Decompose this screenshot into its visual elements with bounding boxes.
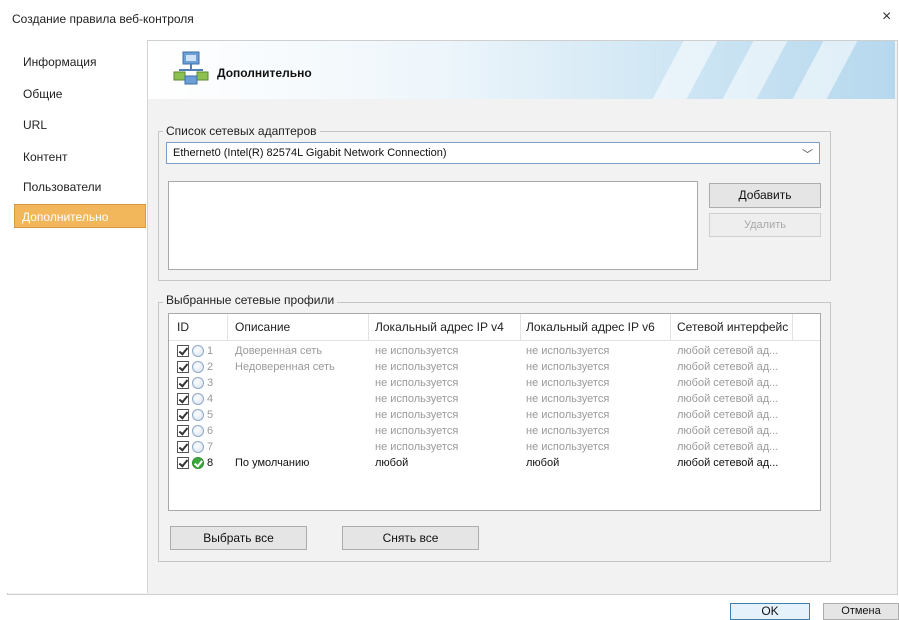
row-ipv6: не используется [526,409,610,421]
adapter-select-value: Ethernet0 (Intel(R) 82574L Gigabit Netwo… [173,147,447,159]
row-interface: любой сетевой ад... [677,409,779,421]
row-ipv6: не используется [526,361,610,373]
adapters-list[interactable] [168,181,698,270]
profile-status-icon [192,441,204,453]
cancel-button[interactable]: Отмена [823,603,899,620]
sidebar-item-general[interactable]: Общие [23,87,62,101]
row-interface: любой сетевой ад... [677,393,779,405]
window-title: Создание правила веб-контроля [12,12,194,26]
row-ipv4: не используется [375,361,459,373]
column-header-ipv4[interactable]: Локальный адрес IP v4 [375,320,504,334]
title-bar: Создание правила веб-контроля × [0,0,899,34]
row-interface: любой сетевой ад... [677,441,779,453]
clear-all-button[interactable]: Снять все [342,526,479,550]
adapters-group-label: Список сетевых адаптеров [163,124,320,138]
sidebar-nav: Информация Общие URL Контент Пользовател… [7,40,148,593]
row-description: Недоверенная сеть [235,361,335,373]
sidebar-item-advanced[interactable]: Дополнительно [14,204,146,228]
row-checkbox[interactable] [177,345,189,357]
profile-status-icon [192,393,204,405]
table-row[interactable]: 7 не используется не используется любой … [169,440,820,455]
row-id: 1 [207,345,214,357]
row-checkbox[interactable] [177,393,189,405]
close-icon[interactable]: × [882,8,891,26]
row-ipv6: любой [526,457,560,469]
adapter-select[interactable]: Ethernet0 (Intel(R) 82574L Gigabit Netwo… [166,142,820,164]
row-id: 5 [207,409,214,421]
row-id: 2 [207,361,214,373]
table-row[interactable]: 4 не используется не используется любой … [169,392,820,407]
profiles-table[interactable]: ID Описание Локальный адрес IP v4 Локаль… [168,313,821,511]
row-checkbox[interactable] [177,361,189,373]
table-row[interactable]: 2 Недоверенная сеть не используется не и… [169,360,820,375]
profiles-group-label: Выбранные сетевые профили [163,293,338,307]
table-row[interactable]: 6 не используется не используется любой … [169,424,820,439]
profile-status-icon [192,409,204,421]
row-ipv4: не используется [375,425,459,437]
profile-status-icon [192,361,204,373]
row-interface: любой сетевой ад... [677,345,779,357]
row-checkbox[interactable] [177,409,189,421]
page-title: Дополнительно [217,66,312,80]
row-id: 6 [207,425,214,437]
row-id: 3 [207,377,214,389]
column-header-ipv6[interactable]: Локальный адрес IP v6 [526,320,655,334]
column-header-id[interactable]: ID [177,320,189,334]
row-description: По умолчанию [235,457,310,469]
sidebar-item-url[interactable]: URL [23,118,47,132]
row-ipv4: не используется [375,409,459,421]
row-ipv4: не используется [375,345,459,357]
row-ipv6: не используется [526,393,610,405]
network-icon [173,51,209,85]
row-checkbox[interactable] [177,377,189,389]
row-interface: любой сетевой ад... [677,377,779,389]
row-ipv4: любой [375,457,409,469]
add-adapter-button[interactable]: Добавить [709,183,821,208]
chevron-down-icon: ﹀ [802,149,813,161]
row-id: 8 [207,457,214,469]
row-id: 7 [207,441,214,453]
profile-status-icon [192,345,204,357]
row-ipv6: не используется [526,345,610,357]
ok-button[interactable]: OK [730,603,810,620]
row-ipv6: не используется [526,377,610,389]
row-interface: любой сетевой ад... [677,425,779,437]
sidebar-item-info[interactable]: Информация [23,55,96,69]
row-description: Доверенная сеть [235,345,323,357]
row-ipv6: не используется [526,441,610,453]
row-ipv4: не используется [375,441,459,453]
row-id: 4 [207,393,214,405]
profile-status-icon [192,425,204,437]
check-circle-icon [192,457,204,469]
sidebar-item-users[interactable]: Пользователи [23,180,101,194]
row-checkbox[interactable] [177,457,189,469]
column-header-description[interactable]: Описание [235,320,290,334]
table-row[interactable]: 1 Доверенная сеть не используется не исп… [169,344,820,359]
row-interface: любой сетевой ад... [677,457,779,469]
row-ipv6: не используется [526,425,610,437]
table-row[interactable]: 3 не используется не используется любой … [169,376,820,391]
row-checkbox[interactable] [177,425,189,437]
select-all-button[interactable]: Выбрать все [170,526,307,550]
row-ipv4: не используется [375,377,459,389]
column-header-interface[interactable]: Сетевой интерфейс [677,320,788,334]
row-ipv4: не используется [375,393,459,405]
sidebar-item-content[interactable]: Контент [23,150,67,164]
remove-adapter-button[interactable]: Удалить [709,213,821,237]
row-interface: любой сетевой ад... [677,361,779,373]
table-row[interactable]: 5 не используется не используется любой … [169,408,820,423]
profile-status-icon [192,377,204,389]
table-row[interactable]: 8 По умолчанию любой любой любой сетевой… [169,456,820,471]
row-checkbox[interactable] [177,441,189,453]
table-header: ID Описание Локальный адрес IP v4 Локаль… [169,314,820,341]
